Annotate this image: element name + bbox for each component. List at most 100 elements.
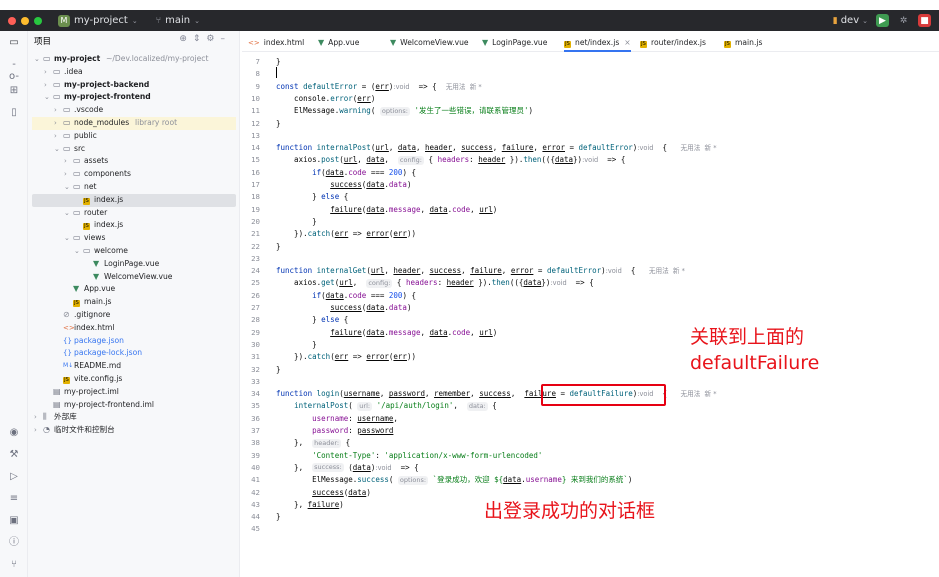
code-token: axios. — [276, 155, 322, 165]
chevron-right-icon[interactable]: › — [64, 155, 67, 168]
editor-tab[interactable]: JS main.js — [724, 34, 762, 52]
services-icon[interactable]: ◉ — [8, 427, 20, 439]
hide-panel-icon[interactable]: – — [221, 34, 232, 44]
tree-item[interactable]: ⌄ ▭ welcome — [28, 245, 240, 258]
chevron-down-icon[interactable]: ⌄ — [64, 181, 70, 194]
tree-item[interactable]: ⌄ ▭ net — [28, 181, 240, 194]
chevron-right-icon[interactable]: › — [34, 424, 37, 437]
code-token: { — [653, 143, 681, 153]
tree-item-label: index.html — [74, 322, 115, 332]
code-token: }). — [276, 352, 308, 362]
tree-item[interactable]: ▼ App.vue — [28, 283, 240, 296]
tree-item[interactable]: › ▭ components — [28, 168, 240, 181]
git-icon[interactable]: ⑂ — [8, 559, 20, 571]
js-file-icon: JS — [640, 41, 647, 48]
chevron-down-icon[interactable]: ⌄ — [74, 245, 80, 258]
text-caret — [276, 67, 277, 78]
debug-icon[interactable]: ▷ — [8, 471, 20, 483]
editor-tab[interactable]: ▼ App.vue — [318, 34, 359, 52]
tree-item[interactable]: JS vite.config.js — [28, 373, 240, 386]
editor-tab[interactable]: ▼ LoginPage.vue — [482, 34, 547, 52]
build-icon[interactable]: ⚒ — [8, 449, 20, 461]
code-token: url — [479, 327, 493, 337]
chevron-down-icon[interactable]: ⌄ — [64, 232, 70, 245]
chevron-down-icon[interactable]: ⌄ — [44, 91, 50, 104]
expand-all-icon[interactable]: ⇕ — [193, 34, 207, 44]
tree-item[interactable]: › ▭ public — [28, 130, 240, 143]
tree-item[interactable]: › ▭ assets — [28, 155, 240, 168]
stop-button[interactable]: ■ — [918, 14, 931, 27]
chevron-right-icon[interactable]: › — [64, 168, 67, 181]
json-file-icon: {} — [63, 336, 72, 345]
problems-icon[interactable]: ⓘ — [8, 537, 20, 549]
bookmarks-icon[interactable]: ▯ — [8, 107, 20, 119]
tree-item[interactable]: ▤ my-project-frontend.iml — [28, 399, 240, 412]
chevron-right-icon[interactable]: › — [44, 66, 47, 79]
code-token: ) — [370, 93, 376, 103]
tree-item[interactable]: JS index.js — [28, 219, 240, 232]
tree-item[interactable]: JS main.js — [28, 296, 240, 309]
tree-item[interactable]: ⌄ ▭ my-project ~/Dev.localized/my-project — [28, 53, 240, 66]
chevron-down-icon[interactable]: ⌄ — [34, 53, 40, 66]
todo-icon[interactable]: ≡ — [8, 493, 20, 505]
terminal-icon[interactable]: ▣ — [8, 515, 20, 527]
tree-item[interactable]: ▤ my-project.iml — [28, 386, 240, 399]
select-opened-file-icon[interactable]: ⊕ — [179, 34, 193, 44]
chevron-down-icon[interactable]: ⌄ — [64, 207, 70, 220]
project-switcher[interactable]: M my-project ⌄ — [58, 14, 138, 27]
minimize-window-button[interactable] — [21, 16, 29, 25]
tree-item[interactable]: {} package-lock.json — [28, 347, 240, 360]
tree-item[interactable]: › ◔ 临时文件和控制台 — [28, 424, 240, 437]
code-token: ElMessage. — [276, 475, 358, 485]
code-token: code — [452, 204, 471, 214]
tree-item-suffix: library root — [135, 118, 178, 127]
chevron-right-icon[interactable]: › — [54, 117, 57, 130]
tree-item[interactable]: ⌄ ▭ views — [28, 232, 240, 245]
tree-item[interactable]: ⌄ ▭ router — [28, 207, 240, 220]
code-token: headers — [405, 278, 438, 288]
chevron-right-icon[interactable]: › — [44, 79, 47, 92]
zoom-window-button[interactable] — [34, 16, 42, 25]
chevron-down-icon[interactable]: ⌄ — [54, 143, 60, 156]
commit-icon[interactable]: -o- — [8, 59, 20, 82]
chevron-right-icon[interactable]: › — [54, 130, 57, 143]
tree-item[interactable]: M↓ README.md — [28, 360, 240, 373]
close-tab-icon[interactable]: × — [624, 38, 630, 47]
tree-item[interactable]: {} package.json — [28, 335, 240, 348]
code-token: ) — [492, 204, 498, 214]
editor-tab[interactable]: ▼ WelcomeView.vue — [390, 34, 469, 52]
tree-item[interactable]: JS index.js — [28, 193, 240, 207]
tree-item[interactable]: ⌄ ▭ my-project-frontend — [28, 91, 240, 104]
line-number: 37 — [251, 426, 260, 435]
editor-tab[interactable]: <> index.html — [248, 34, 304, 52]
code-token: data — [366, 204, 385, 214]
line-number: 45 — [251, 524, 260, 534]
tree-item[interactable]: › ⫼ 外部库 — [28, 411, 240, 424]
editor-tab[interactable]: JS net/index.js × — [564, 34, 631, 52]
run-button[interactable]: ▶ — [876, 14, 889, 27]
editor-tab[interactable]: JS router/index.js — [640, 34, 706, 52]
close-window-button[interactable] — [8, 16, 16, 25]
tree-item[interactable]: › ▭ my-project-backend — [28, 79, 240, 92]
settings-icon[interactable]: ⚙ — [206, 34, 220, 44]
tree-item[interactable]: › ▭ node_modules library root — [28, 117, 240, 130]
code-line: internalPost( url: '/api/auth/login', da… — [276, 400, 497, 412]
tree-item[interactable]: ⊘ .gitignore — [28, 309, 240, 322]
project-name: my-project — [74, 15, 128, 26]
structure-icon[interactable]: ⊞ — [8, 85, 20, 97]
debug-button[interactable]: ✲ — [897, 14, 910, 27]
tree-item[interactable]: › ▭ .idea — [28, 66, 240, 79]
tree-item[interactable]: ⌄ ▭ src — [28, 143, 240, 156]
branch-switcher[interactable]: ⑂ main ⌄ — [156, 15, 200, 26]
code-token: err — [334, 229, 349, 239]
run-config-selector[interactable]: ▮ dev ⌄ — [833, 15, 868, 26]
git-branch-icon: ⑂ — [155, 15, 162, 26]
tree-item[interactable]: <> index.html — [28, 322, 240, 335]
project-folder-icon[interactable]: ▭ — [8, 37, 20, 49]
chevron-right-icon[interactable]: › — [34, 411, 37, 424]
tree-item[interactable]: › ▭ .vscode — [28, 104, 240, 117]
code-token: { — [392, 278, 406, 288]
tree-item[interactable]: ▼ LoginPage.vue — [28, 258, 240, 271]
tree-item[interactable]: ▼ WelcomeView.vue — [28, 271, 240, 284]
chevron-right-icon[interactable]: › — [54, 104, 57, 117]
